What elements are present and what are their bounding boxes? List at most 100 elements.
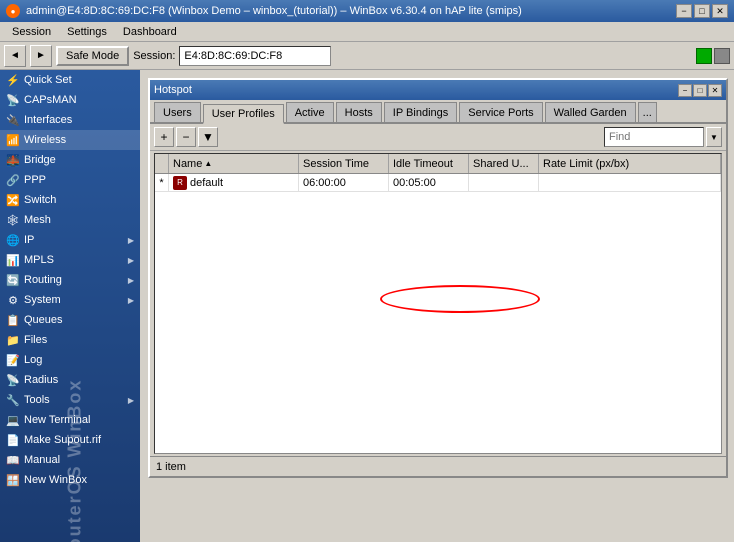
sidebar-item-ip[interactable]: 🌐 IP ▶ — [0, 230, 140, 250]
th-idle-timeout[interactable]: Idle Timeout — [389, 154, 469, 173]
th-shared-users[interactable]: Shared U... — [469, 154, 539, 173]
hotspot-window: Hotspot − □ ✕ Users User Profiles Active… — [148, 78, 728, 478]
indicator-green — [696, 48, 712, 64]
sidebar-item-capsman[interactable]: 📡 CAPsMAN — [0, 90, 140, 110]
title-bar: ● admin@E4:8D:8C:69:DC:F8 (Winbox Demo –… — [0, 0, 734, 22]
manual-icon: 📖 — [6, 453, 20, 467]
td-rate-limit — [539, 174, 721, 191]
safe-mode-button[interactable]: Safe Mode — [56, 46, 129, 66]
remove-button[interactable]: − — [176, 127, 196, 147]
bridge-icon: 🌉 — [6, 153, 20, 167]
files-icon: 📁 — [6, 333, 20, 347]
tab-user-profiles[interactable]: User Profiles — [203, 104, 284, 124]
table-container: Name ▲ Session Time Idle Timeout Shared … — [154, 153, 722, 454]
hotspot-maximize-button[interactable]: □ — [693, 84, 707, 97]
indicator-gray — [714, 48, 730, 64]
th-rate-limit[interactable]: Rate Limit (px/bx) — [539, 154, 721, 173]
hs-status-bar: 1 item — [150, 456, 726, 476]
main-layout: ⚡ Quick Set 📡 CAPsMAN 🔌 Interfaces 📶 Wir… — [0, 70, 734, 542]
find-input[interactable] — [604, 127, 704, 147]
table-row[interactable]: * R default 06:00:00 00:05:00 — [155, 174, 721, 192]
tools-expand-arrow: ▶ — [128, 396, 134, 405]
sidebar-item-wireless[interactable]: 📶 Wireless — [0, 130, 140, 150]
hotspot-title-buttons: − □ ✕ — [678, 84, 722, 97]
sidebar-item-bridge[interactable]: 🌉 Bridge — [0, 150, 140, 170]
interfaces-icon: 🔌 — [6, 113, 20, 127]
menu-settings[interactable]: Settings — [59, 24, 115, 40]
tab-users[interactable]: Users — [154, 102, 201, 122]
status-text: 1 item — [156, 461, 186, 473]
td-session-time: 06:00:00 — [299, 174, 389, 191]
close-button[interactable]: ✕ — [712, 4, 728, 18]
hotspot-inner: Users User Profiles Active Hosts IP Bind… — [150, 100, 726, 476]
sidebar-item-mpls[interactable]: 📊 MPLS ▶ — [0, 250, 140, 270]
th-marker — [155, 154, 169, 173]
sidebar-item-ppp[interactable]: 🔗 PPP — [0, 170, 140, 190]
add-button[interactable]: + — [154, 127, 174, 147]
hs-toolbar: + − ▼ ▼ — [150, 124, 726, 151]
th-name[interactable]: Name ▲ — [169, 154, 299, 173]
session-label: Session: — [133, 50, 175, 62]
os-label: RouterOS WinBox — [64, 379, 85, 542]
find-dropdown-button[interactable]: ▼ — [706, 127, 722, 147]
sidebar-item-mesh[interactable]: 🕸 Mesh — [0, 210, 140, 230]
minimize-button[interactable]: − — [676, 4, 692, 18]
log-icon: 📝 — [6, 353, 20, 367]
title-bar-buttons: − □ ✕ — [676, 4, 728, 18]
row-marker: * — [155, 174, 169, 191]
table-area: Name ▲ Session Time Idle Timeout Shared … — [150, 151, 726, 456]
forward-button[interactable]: ► — [30, 45, 52, 67]
switch-icon: 🔀 — [6, 193, 20, 207]
wireless-icon: 📶 — [6, 133, 20, 147]
capsman-icon: 📡 — [6, 93, 20, 107]
ip-icon: 🌐 — [6, 233, 20, 247]
tab-more[interactable]: ... — [638, 102, 657, 122]
sidebar-item-routing[interactable]: 🔄 Routing ▶ — [0, 270, 140, 290]
ip-expand-arrow: ▶ — [128, 236, 134, 245]
menu-session[interactable]: Session — [4, 24, 59, 40]
hotspot-title: Hotspot — [154, 84, 192, 96]
sidebar-item-files[interactable]: 📁 Files — [0, 330, 140, 350]
radius-icon: 📡 — [6, 373, 20, 387]
sidebar-item-interfaces[interactable]: 🔌 Interfaces — [0, 110, 140, 130]
menu-bar: Session Settings Dashboard — [0, 22, 734, 42]
new-terminal-icon: 💻 — [6, 413, 20, 427]
sidebar-item-quickset[interactable]: ⚡ Quick Set — [0, 70, 140, 90]
system-icon: ⚙ — [6, 293, 20, 307]
tab-walled-garden[interactable]: Walled Garden — [545, 102, 636, 122]
sidebar-item-system[interactable]: ⚙ System ▶ — [0, 290, 140, 310]
th-session-time[interactable]: Session Time — [299, 154, 389, 173]
make-supout-icon: 📄 — [6, 433, 20, 447]
back-button[interactable]: ◄ — [4, 45, 26, 67]
routing-icon: 🔄 — [6, 273, 20, 287]
content-area: Hotspot − □ ✕ Users User Profiles Active… — [140, 70, 734, 542]
main-toolbar: ◄ ► Safe Mode Session: — [0, 42, 734, 70]
sort-icon: ▲ — [204, 159, 212, 168]
ppp-icon: 🔗 — [6, 173, 20, 187]
mesh-icon: 🕸 — [6, 213, 20, 227]
td-shared-users — [469, 174, 539, 191]
sidebar-item-log[interactable]: 📝 Log — [0, 350, 140, 370]
queues-icon: 📋 — [6, 313, 20, 327]
filter-button[interactable]: ▼ — [198, 127, 218, 147]
tab-service-ports[interactable]: Service Ports — [459, 102, 542, 122]
hotspot-close-button[interactable]: ✕ — [708, 84, 722, 97]
sidebar: ⚡ Quick Set 📡 CAPsMAN 🔌 Interfaces 📶 Wir… — [0, 70, 140, 542]
quickset-icon: ⚡ — [6, 73, 20, 87]
sidebar-item-switch[interactable]: 🔀 Switch — [0, 190, 140, 210]
session-input[interactable] — [179, 46, 331, 66]
tab-active[interactable]: Active — [286, 102, 334, 122]
new-winbox-icon: 🪟 — [6, 473, 20, 487]
td-name: R default — [169, 174, 299, 191]
title-text: admin@E4:8D:8C:69:DC:F8 (Winbox Demo – w… — [26, 5, 522, 17]
sidebar-item-queues[interactable]: 📋 Queues — [0, 310, 140, 330]
tab-ip-bindings[interactable]: IP Bindings — [384, 102, 457, 122]
status-indicators — [696, 48, 730, 64]
table-header: Name ▲ Session Time Idle Timeout Shared … — [155, 154, 721, 174]
tab-hosts[interactable]: Hosts — [336, 102, 382, 122]
hotspot-minimize-button[interactable]: − — [678, 84, 692, 97]
maximize-button[interactable]: □ — [694, 4, 710, 18]
hotspot-title-bar: Hotspot − □ ✕ — [150, 80, 726, 100]
routing-expand-arrow: ▶ — [128, 276, 134, 285]
menu-dashboard[interactable]: Dashboard — [115, 24, 185, 40]
